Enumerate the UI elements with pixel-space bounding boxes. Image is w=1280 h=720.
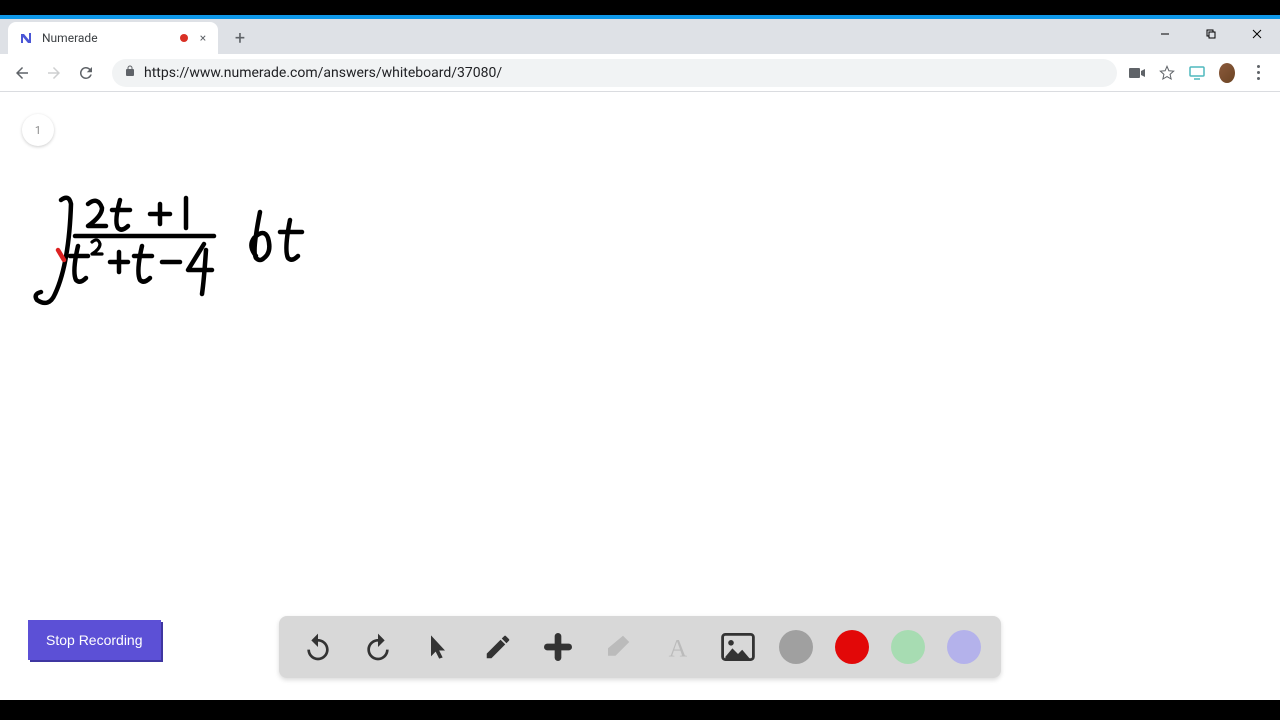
extension-icons: [1129, 59, 1272, 86]
nav-bar: https://www.numerade.com/answers/whitebo…: [0, 54, 1280, 92]
color-green[interactable]: [891, 630, 925, 664]
handwritten-integral: [28, 192, 328, 312]
stop-recording-button[interactable]: Stop Recording: [28, 620, 161, 660]
whiteboard-canvas[interactable]: 1: [0, 92, 1280, 700]
address-bar[interactable]: https://www.numerade.com/answers/whitebo…: [112, 59, 1117, 87]
color-red[interactable]: [835, 630, 869, 664]
back-button[interactable]: [8, 59, 36, 87]
forward-button[interactable]: [40, 59, 68, 87]
pen-tool[interactable]: [479, 628, 517, 666]
add-tool[interactable]: [539, 628, 577, 666]
image-tool[interactable]: [719, 628, 757, 666]
monitor-icon[interactable]: [1189, 65, 1205, 81]
page-number-badge[interactable]: 1: [22, 114, 54, 146]
reload-button[interactable]: [72, 59, 100, 87]
whiteboard-toolbar: A: [279, 616, 1001, 678]
eraser-tool[interactable]: [599, 628, 637, 666]
text-tool[interactable]: A: [659, 628, 697, 666]
new-tab-button[interactable]: +: [226, 24, 254, 52]
profile-avatar[interactable]: [1219, 65, 1235, 81]
recording-indicator-icon: [180, 34, 188, 42]
window-controls: [1142, 19, 1280, 54]
url-text: https://www.numerade.com/answers/whitebo…: [144, 65, 1105, 81]
browser-frame: Numerade × +: [0, 19, 1280, 700]
svg-text:A: A: [669, 633, 688, 661]
minimize-button[interactable]: [1142, 19, 1188, 49]
letterbox-top: [0, 0, 1280, 15]
maximize-button[interactable]: [1188, 19, 1234, 49]
lock-icon: [124, 65, 136, 81]
tab-title: Numerade: [42, 31, 172, 45]
tab-bar: Numerade × +: [0, 19, 1280, 54]
numerade-favicon: [18, 30, 34, 46]
letterbox-bottom: [0, 700, 1280, 720]
redo-button[interactable]: [359, 628, 397, 666]
browser-tab[interactable]: Numerade ×: [8, 22, 218, 54]
color-gray[interactable]: [779, 630, 813, 664]
undo-button[interactable]: [299, 628, 337, 666]
camera-icon[interactable]: [1129, 65, 1145, 81]
bookmark-star-icon[interactable]: [1159, 65, 1175, 81]
close-window-button[interactable]: [1234, 19, 1280, 49]
pointer-tool[interactable]: [419, 628, 457, 666]
color-purple[interactable]: [947, 630, 981, 664]
close-tab-button[interactable]: ×: [196, 31, 210, 45]
chrome-menu-button[interactable]: [1249, 59, 1268, 86]
